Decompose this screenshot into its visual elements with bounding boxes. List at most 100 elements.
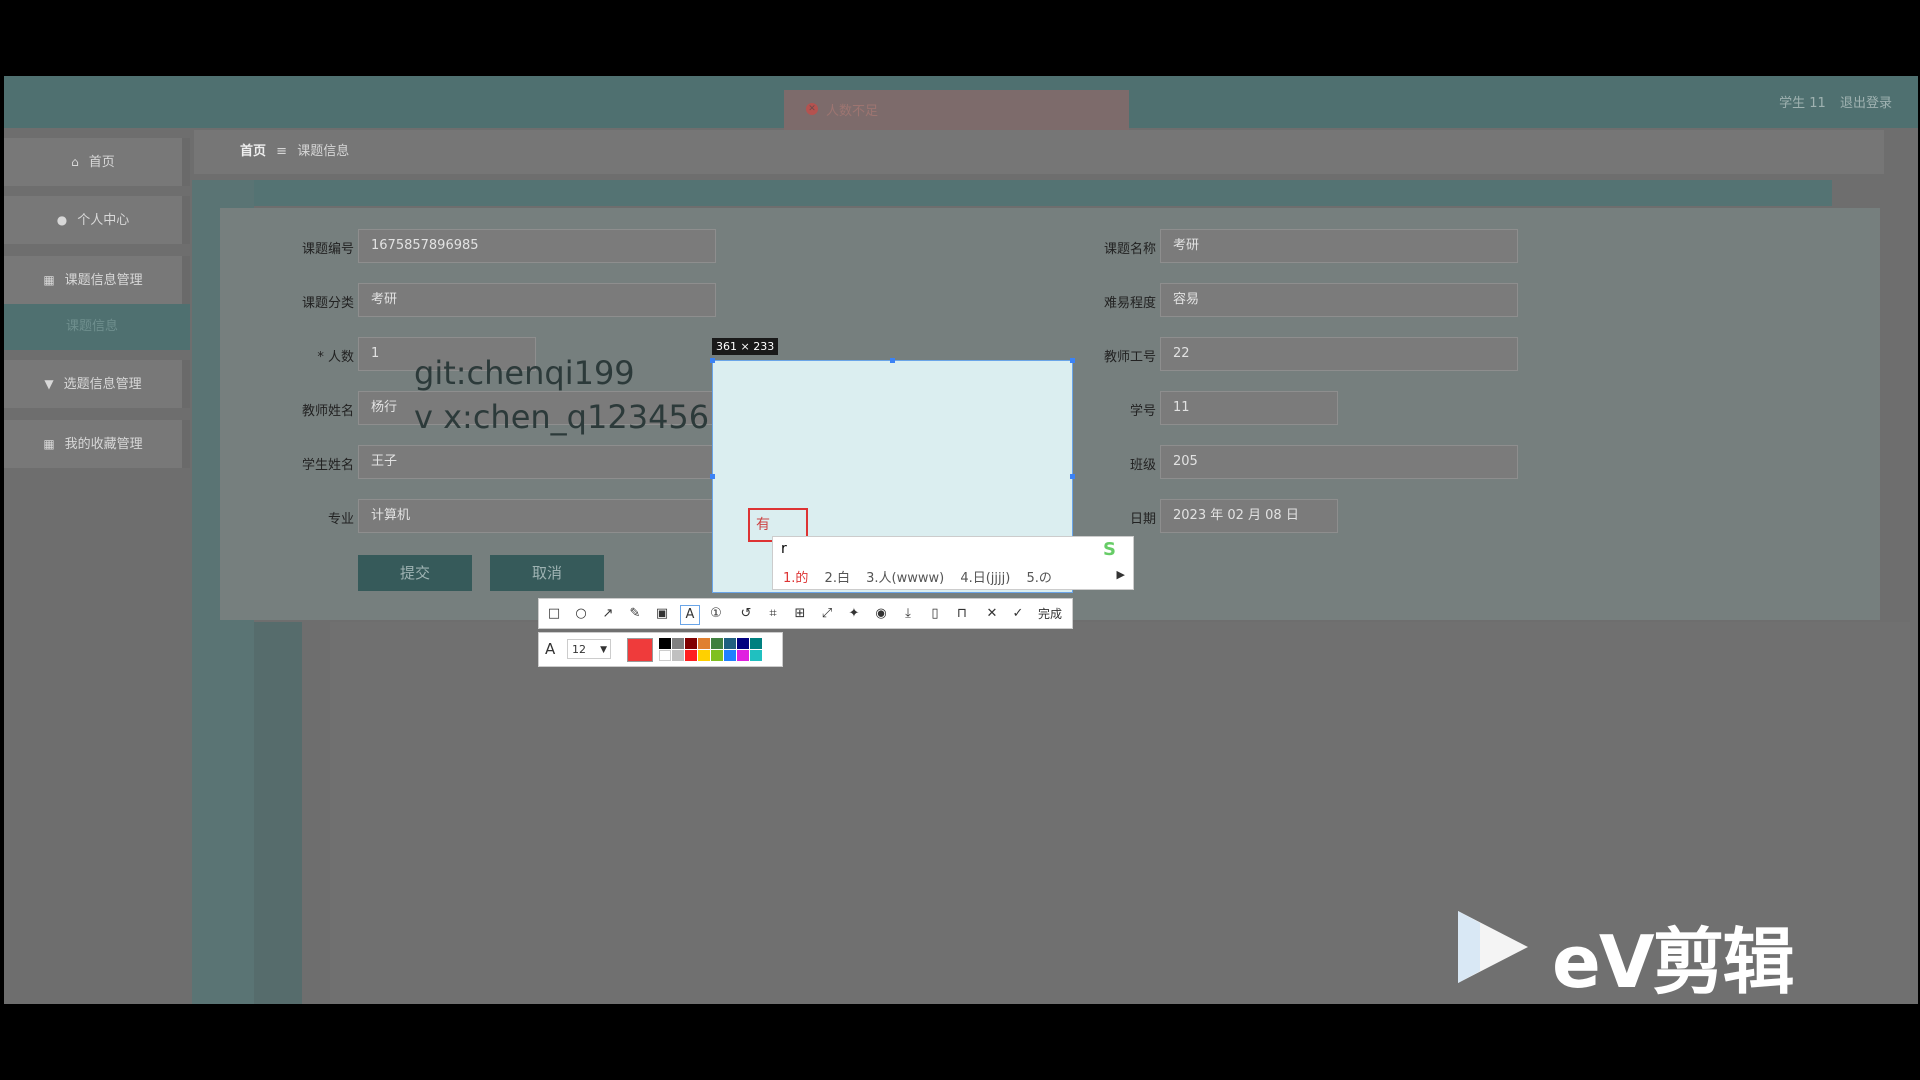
- chevron-down-icon: ▼: [600, 645, 607, 655]
- device-icon[interactable]: ▯: [926, 605, 944, 623]
- cancel-button[interactable]: 取消: [490, 555, 604, 591]
- resize-handle[interactable]: [710, 358, 715, 363]
- sidebar-item-selection-management[interactable]: ▼ 选题信息管理: [4, 360, 190, 408]
- logout-link[interactable]: 退出登录: [1840, 96, 1892, 111]
- error-message: 人数不足: [826, 100, 878, 119]
- color-swatch[interactable]: [711, 650, 723, 661]
- ime-candidates: 1.的 2.白 3.人(wwww) 4.日(jjjj) 5.の: [783, 567, 1052, 586]
- ellipse-tool-icon[interactable]: ○: [572, 605, 590, 623]
- text-style-toolbar: A 12 ▼: [538, 632, 783, 667]
- submit-button[interactable]: 提交: [358, 555, 472, 591]
- breadcrumb-home[interactable]: 首页: [240, 144, 266, 159]
- user-icon: ●: [56, 213, 68, 227]
- topic-id-input[interactable]: 1675857896985: [358, 229, 716, 263]
- field-label: 学生姓名: [301, 458, 354, 473]
- field-label: 课题分类: [301, 296, 354, 311]
- pin-icon[interactable]: ✦: [845, 605, 863, 623]
- color-swatch[interactable]: [750, 638, 762, 649]
- error-icon: ✕: [806, 103, 818, 115]
- student-id-select[interactable]: 11: [1160, 391, 1338, 425]
- sidebar-item-label: 首页: [88, 155, 115, 170]
- color-swatch[interactable]: [659, 638, 671, 649]
- color-swatch[interactable]: [737, 638, 749, 649]
- check-icon[interactable]: ✓: [1009, 605, 1027, 623]
- long-screenshot-icon[interactable]: ⤢: [818, 605, 836, 623]
- ime-candidate-window: r S 1.的 2.白 3.人(wwww) 4.日(jjjj) 5.の ▶: [772, 536, 1134, 590]
- sidebar-item-label: 选题信息管理: [63, 377, 142, 392]
- color-swatch[interactable]: [672, 638, 684, 649]
- pin-icon: ▼: [44, 377, 54, 391]
- color-swatch[interactable]: [672, 650, 684, 661]
- teacher-id-input[interactable]: 22: [1160, 337, 1518, 371]
- field-label: 课题编号: [301, 242, 354, 257]
- sidebar-item-topic-management[interactable]: ▦ 课题信息管理: [4, 256, 190, 304]
- breadcrumb-current: 课题信息: [297, 144, 350, 159]
- grid-icon: ▦: [43, 437, 55, 451]
- breadcrumb-separator: ≡: [276, 144, 288, 159]
- topic-category-select[interactable]: 考研: [358, 283, 716, 317]
- sidebar-item-favorites[interactable]: ▦ 我的收藏管理: [4, 420, 190, 468]
- student-name-input[interactable]: 王子: [358, 445, 716, 479]
- lower-left-strip: [254, 622, 302, 1004]
- home-icon: ⌂: [71, 155, 79, 169]
- field-label: 学号: [1129, 404, 1156, 419]
- user-area: 学生 11 退出登录: [1769, 92, 1892, 111]
- color-swatch[interactable]: [698, 638, 710, 649]
- ime-candidate[interactable]: 5.の: [1026, 571, 1051, 586]
- error-toast: ✕ 人数不足: [784, 90, 1129, 130]
- next-page-icon[interactable]: ▶: [1117, 568, 1125, 581]
- topic-name-input[interactable]: 考研: [1160, 229, 1518, 263]
- color-palette: [659, 638, 775, 664]
- color-swatch[interactable]: [750, 650, 762, 661]
- field-label: 班级: [1129, 458, 1156, 473]
- download-icon[interactable]: ⤓: [899, 605, 917, 623]
- ime-candidate[interactable]: 2.白: [825, 571, 850, 586]
- record-icon[interactable]: ◉: [872, 605, 890, 623]
- field-label: 教师工号: [1103, 350, 1156, 365]
- done-button[interactable]: 完成: [1038, 605, 1062, 622]
- sidebar: ⌂ 首页 ● 个人中心 ▦ 课题信息管理 课题信息 ▼ 选题信息管理 ▦ 我的收藏管理: [4, 128, 192, 1004]
- text-tool-icon[interactable]: A: [680, 605, 700, 625]
- resize-handle[interactable]: [1070, 474, 1075, 479]
- sogou-logo-icon: S: [1103, 539, 1116, 560]
- color-swatch[interactable]: [724, 638, 736, 649]
- ime-candidate[interactable]: 4.日(jjjj): [960, 571, 1010, 586]
- date-picker[interactable]: 2023 年 02 月 08 日: [1160, 499, 1338, 533]
- color-swatch[interactable]: [724, 650, 736, 661]
- difficulty-input[interactable]: 容易: [1160, 283, 1518, 317]
- sidebar-subitem-topic-info[interactable]: 课题信息: [4, 304, 190, 350]
- font-size-select[interactable]: 12 ▼: [567, 639, 611, 659]
- ime-candidate[interactable]: 1.的: [783, 571, 808, 586]
- color-swatch[interactable]: [711, 638, 723, 649]
- current-color-swatch[interactable]: [627, 638, 653, 662]
- resize-handle[interactable]: [710, 474, 715, 479]
- close-icon[interactable]: ✕: [983, 605, 1001, 623]
- arrow-tool-icon[interactable]: ↗: [599, 605, 617, 623]
- font-size-value: 12: [572, 643, 586, 656]
- mosaic-tool-icon[interactable]: ▣: [653, 605, 671, 623]
- sidebar-item-profile[interactable]: ● 个人中心: [4, 196, 190, 244]
- resize-handle[interactable]: [890, 358, 895, 363]
- major-input[interactable]: 计算机: [358, 499, 716, 533]
- color-swatch[interactable]: [685, 638, 697, 649]
- class-input[interactable]: 205: [1160, 445, 1518, 479]
- pen-tool-icon[interactable]: ✎: [626, 605, 644, 623]
- rectangle-tool-icon[interactable]: □: [545, 605, 563, 623]
- color-swatch[interactable]: [659, 650, 671, 661]
- color-swatch[interactable]: [698, 650, 710, 661]
- sidebar-item-home[interactable]: ⌂ 首页: [4, 138, 190, 186]
- browser-viewport: ✕ 人数不足 学生 11 退出登录 ⌂ 首页 ● 个人中心 ▦ 课题信息管理 课题信息…: [4, 76, 1918, 1004]
- field-label: 教师姓名: [301, 404, 354, 419]
- number-tool-icon[interactable]: ①: [707, 605, 725, 623]
- ime-candidate[interactable]: 3.人(wwww): [866, 571, 944, 586]
- color-swatch[interactable]: [737, 650, 749, 661]
- resize-handle[interactable]: [1070, 358, 1075, 363]
- undo-icon[interactable]: ↺: [737, 605, 755, 623]
- translate-icon[interactable]: ⊞: [791, 605, 809, 623]
- bookmark-icon[interactable]: ⊓: [953, 605, 971, 623]
- ocr-icon[interactable]: ⌗: [764, 605, 782, 623]
- color-swatch[interactable]: [685, 650, 697, 661]
- field-label: 日期: [1129, 512, 1156, 527]
- sidebar-item-label: 课题信息管理: [64, 273, 143, 288]
- sidebar-item-label: 个人中心: [77, 213, 130, 228]
